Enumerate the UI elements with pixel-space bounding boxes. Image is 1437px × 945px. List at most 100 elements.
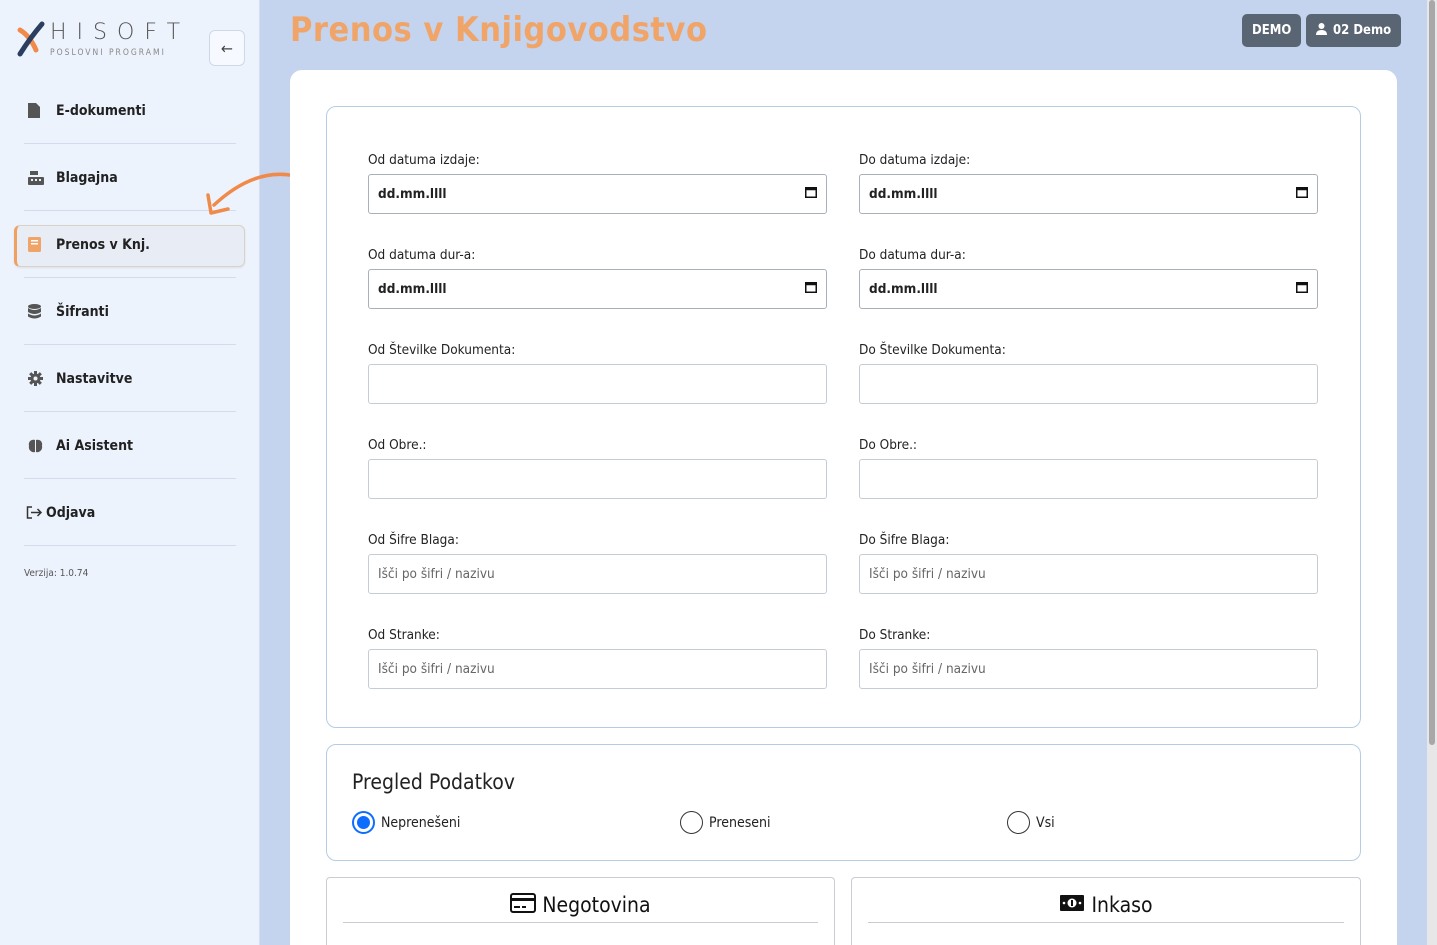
do-stevilke-input[interactable] bbox=[859, 364, 1318, 404]
cash-payment-header: Negotovina bbox=[343, 888, 818, 923]
field-label: Do Stranke: bbox=[859, 627, 931, 643]
do-datuma-dur-input[interactable]: dd.mm.llll bbox=[859, 269, 1318, 309]
od-stranke-field: Od Stranke: Išči po šifri / nazivu bbox=[368, 627, 827, 689]
calendar-icon[interactable] bbox=[805, 281, 817, 297]
field-label: Do Obre.: bbox=[859, 437, 918, 453]
od-sifre-blaga-field: Od Šifre Blaga: Išči po šifri / nazivu bbox=[368, 532, 827, 594]
sidebar-item-label: Prenos v Knj. bbox=[56, 236, 150, 253]
od-obre-field: Od Obre.: bbox=[368, 437, 827, 499]
sidebar-item-label: Odjava bbox=[46, 504, 96, 521]
sidebar-item-nastavitve[interactable]: Nastavitve bbox=[14, 345, 246, 412]
radio-vsi[interactable]: Vsi bbox=[1007, 811, 1055, 834]
search-placeholder: Išči po šifri / nazivu bbox=[869, 661, 986, 677]
collapse-sidebar-button[interactable]: ← bbox=[209, 30, 245, 66]
sidebar-item-label: Šifranti bbox=[56, 303, 109, 320]
radio-label: Neprenešeni bbox=[381, 814, 461, 831]
date-placeholder: dd.mm.llll bbox=[869, 281, 938, 297]
field-label: Do Šifre Blaga: bbox=[859, 532, 950, 548]
do-stranke-field: Do Stranke: Išči po šifri / nazivu bbox=[859, 627, 1318, 689]
field-label: Od datuma izdaje: bbox=[368, 152, 480, 168]
brand-name: HISOFT bbox=[50, 20, 191, 45]
od-datuma-izdaje-field: Od datuma izdaje: dd.mm.llll bbox=[368, 152, 827, 214]
environment-badge: DEMO bbox=[1242, 14, 1302, 47]
od-datuma-dur-field: Od datuma dur-a: dd.mm.llll bbox=[368, 247, 827, 309]
sidebar-item-label: Nastavitve bbox=[56, 370, 133, 387]
radio-unselected-icon[interactable] bbox=[1007, 811, 1030, 834]
version-label: Verzija: 1.0.74 bbox=[24, 568, 89, 579]
calendar-icon[interactable] bbox=[805, 186, 817, 202]
od-stranke-input[interactable]: Išči po šifri / nazivu bbox=[368, 649, 827, 689]
cash-payment-title: Negotovina bbox=[542, 893, 651, 917]
money-bill-icon bbox=[1059, 893, 1085, 917]
user-name: 02 Demo bbox=[1333, 23, 1392, 38]
brain-icon bbox=[28, 439, 56, 453]
sidebar: HISOFT POSLOVNI PROGRAMI ← E-dokumenti B… bbox=[0, 0, 260, 945]
radio-neprenešeni[interactable]: Neprenešeni bbox=[352, 811, 460, 834]
sidebar-item-label: Blagajna bbox=[56, 169, 118, 186]
calendar-icon[interactable] bbox=[1296, 186, 1308, 202]
field-label: Od Obre.: bbox=[368, 437, 427, 453]
file-icon bbox=[28, 103, 56, 118]
search-placeholder: Išči po šifri / nazivu bbox=[378, 661, 495, 677]
do-datuma-izdaje-input[interactable]: dd.mm.llll bbox=[859, 174, 1318, 214]
radio-selected-icon[interactable] bbox=[352, 811, 375, 834]
od-datuma-dur-input[interactable]: dd.mm.llll bbox=[368, 269, 827, 309]
search-placeholder: Išči po šifri / nazivu bbox=[378, 566, 495, 582]
radio-label: Vsi bbox=[1036, 814, 1055, 831]
cash-register-icon bbox=[28, 170, 56, 185]
logo-mark-icon bbox=[17, 21, 45, 57]
sidebar-item-sifranti[interactable]: Šifranti bbox=[14, 278, 246, 345]
date-placeholder: dd.mm.llll bbox=[378, 186, 447, 202]
date-placeholder: dd.mm.llll bbox=[378, 281, 447, 297]
field-label: Do Številke Dokumenta: bbox=[859, 342, 1006, 358]
od-datuma-izdaje-input[interactable]: dd.mm.llll bbox=[368, 174, 827, 214]
do-obre-input[interactable] bbox=[859, 459, 1318, 499]
field-label: Od Številke Dokumenta: bbox=[368, 342, 516, 358]
field-label: Od datuma dur-a: bbox=[368, 247, 476, 263]
do-stranke-input[interactable]: Išči po šifri / nazivu bbox=[859, 649, 1318, 689]
database-icon bbox=[28, 304, 56, 319]
logout-icon bbox=[26, 506, 46, 519]
sidebar-item-ai-asistent[interactable]: Ai Asistent bbox=[14, 412, 246, 479]
field-label: Do datuma dur-a: bbox=[859, 247, 966, 263]
search-placeholder: Išči po šifri / nazivu bbox=[869, 566, 986, 582]
calendar-icon[interactable] bbox=[1296, 281, 1308, 297]
sidebar-item-label: E-dokumenti bbox=[56, 102, 146, 119]
field-label: Od Šifre Blaga: bbox=[368, 532, 459, 548]
do-sifre-blaga-field: Do Šifre Blaga: Išči po šifri / nazivu bbox=[859, 532, 1318, 594]
collection-payment-box: Inkaso bbox=[851, 877, 1361, 945]
arrow-left-icon: ← bbox=[220, 38, 234, 58]
do-datuma-dur-field: Do datuma dur-a: dd.mm.llll bbox=[859, 247, 1318, 309]
page-title: Prenos v Knjigovodstvo bbox=[290, 10, 708, 50]
radio-preneseni[interactable]: Preneseni bbox=[680, 811, 771, 834]
sidebar-item-e-dokumenti[interactable]: E-dokumenti bbox=[14, 77, 246, 144]
main-card: Od datuma izdaje: dd.mm.llll Do datuma i… bbox=[290, 70, 1397, 945]
od-stevilke-field: Od Številke Dokumenta: bbox=[368, 342, 827, 404]
collection-payment-header: Inkaso bbox=[868, 888, 1344, 923]
radio-label: Preneseni bbox=[709, 814, 771, 831]
review-title: Pregled Podatkov bbox=[352, 770, 515, 794]
user-menu-button[interactable]: 02 Demo bbox=[1306, 14, 1402, 47]
logo: HISOFT POSLOVNI PROGRAMI bbox=[16, 18, 206, 68]
od-obre-input[interactable] bbox=[368, 459, 827, 499]
user-icon bbox=[1316, 22, 1327, 39]
do-datuma-izdaje-field: Do datuma izdaje: dd.mm.llll bbox=[859, 152, 1318, 214]
gear-icon bbox=[28, 371, 56, 386]
scrollbar-thumb[interactable] bbox=[1429, 0, 1435, 745]
credit-card-icon bbox=[510, 892, 537, 918]
do-stevilke-field: Do Številke Dokumenta: bbox=[859, 342, 1318, 404]
data-review-panel: Pregled Podatkov Neprenešeni Preneseni V… bbox=[326, 744, 1361, 861]
sidebar-nav: E-dokumenti Blagajna Prenos v Knj. Šifra… bbox=[14, 77, 246, 546]
do-sifre-blaga-input[interactable]: Išči po šifri / nazivu bbox=[859, 554, 1318, 594]
radio-unselected-icon[interactable] bbox=[680, 811, 703, 834]
book-icon bbox=[28, 237, 56, 252]
sidebar-item-odjava[interactable]: Odjava bbox=[14, 479, 246, 546]
filters-panel: Od datuma izdaje: dd.mm.llll Do datuma i… bbox=[326, 106, 1361, 728]
od-stevilke-input[interactable] bbox=[368, 364, 827, 404]
field-label: Od Stranke: bbox=[368, 627, 440, 643]
brand-tagline: POSLOVNI PROGRAMI bbox=[50, 48, 166, 58]
od-sifre-blaga-input[interactable]: Išči po šifri / nazivu bbox=[368, 554, 827, 594]
field-label: Do datuma izdaje: bbox=[859, 152, 971, 168]
sidebar-item-label: Ai Asistent bbox=[56, 437, 134, 454]
date-placeholder: dd.mm.llll bbox=[869, 186, 938, 202]
